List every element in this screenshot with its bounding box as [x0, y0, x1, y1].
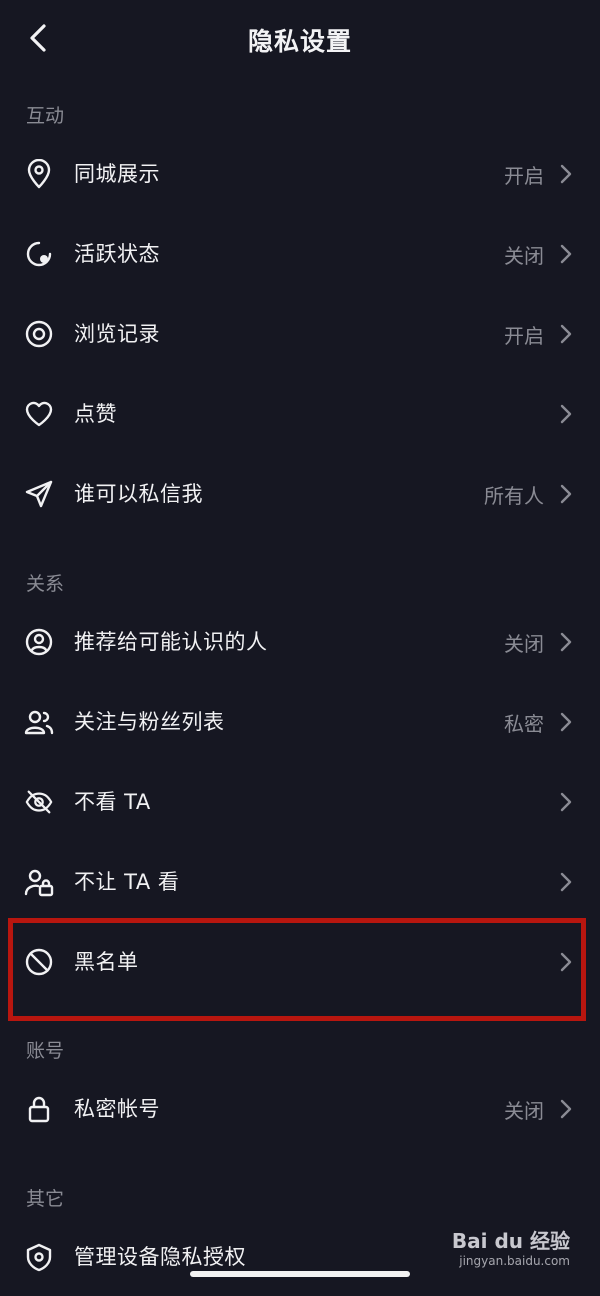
row-value: 关闭	[504, 1099, 544, 1123]
row-label: 私密帐号	[74, 1097, 160, 1121]
row-browse-history[interactable]: 浏览记录 开启	[0, 293, 600, 373]
row-active-status[interactable]: 活跃状态 关闭	[0, 213, 600, 293]
row-label: 不让 TA 看	[74, 870, 180, 894]
page-title: 隐私设置	[247, 27, 352, 56]
row-label: 点赞	[74, 402, 117, 426]
row-private-account[interactable]: 私密帐号 关闭	[0, 1068, 600, 1148]
row-label: 关注与粉丝列表	[74, 710, 225, 734]
chevron-right-icon	[560, 484, 572, 504]
row-recommend-to-known[interactable]: 推荐给可能认识的人 关闭	[0, 601, 600, 681]
row-value: 所有人	[484, 484, 544, 508]
location-pin-icon	[24, 159, 54, 189]
eye-off-icon	[24, 787, 54, 817]
active-status-icon	[24, 239, 54, 269]
chevron-right-icon	[560, 324, 572, 344]
shield-icon	[24, 1242, 54, 1272]
row-who-can-dm[interactable]: 谁可以私信我 所有人	[0, 453, 600, 533]
row-value: 开启	[504, 164, 544, 188]
chevron-right-icon	[560, 632, 572, 652]
baidu-watermark: Bai du 经验 jingyan.baidu.com	[452, 1225, 570, 1268]
home-indicator[interactable]	[190, 1271, 410, 1277]
row-local-display[interactable]: 同城展示 开启	[0, 133, 600, 213]
row-label: 活跃状态	[74, 242, 160, 266]
row-dont-see[interactable]: 不看 TA	[0, 761, 600, 841]
highlight-annotation-box	[8, 918, 586, 1021]
lock-icon	[24, 1094, 54, 1124]
chevron-right-icon	[560, 164, 572, 184]
section-header-other: 其它	[26, 1188, 65, 1210]
row-value: 关闭	[504, 632, 544, 656]
row-dont-let-see[interactable]: 不让 TA 看	[0, 841, 600, 921]
send-icon	[24, 479, 54, 509]
chevron-right-icon	[560, 404, 572, 424]
row-label: 同城展示	[74, 162, 160, 186]
chevron-right-icon	[560, 244, 572, 264]
watermark-brand: Bai du 经验	[451, 1229, 570, 1253]
chevron-right-icon	[560, 872, 572, 892]
row-label: 管理设备隐私授权	[74, 1245, 246, 1269]
nav-header: 隐私设置	[0, 0, 600, 80]
row-label: 浏览记录	[74, 322, 160, 346]
row-value: 私密	[504, 712, 544, 736]
row-value: 开启	[504, 324, 544, 348]
section-header-interaction: 互动	[26, 105, 65, 127]
row-value: 关闭	[504, 244, 544, 268]
user-lock-icon	[24, 867, 54, 897]
users-icon	[24, 707, 54, 737]
section-header-relations: 关系	[26, 573, 65, 595]
eye-icon	[24, 319, 54, 349]
section-header-account: 账号	[26, 1040, 65, 1062]
chevron-right-icon	[560, 712, 572, 732]
row-label: 谁可以私信我	[74, 482, 203, 506]
watermark-url: jingyan.baidu.com	[459, 1254, 570, 1268]
row-label: 不看 TA	[74, 790, 151, 814]
chevron-right-icon	[560, 1099, 572, 1119]
chevron-right-icon	[560, 792, 572, 812]
row-follow-fans-list[interactable]: 关注与粉丝列表 私密	[0, 681, 600, 761]
user-circle-icon	[24, 627, 54, 657]
row-likes[interactable]: 点赞	[0, 373, 600, 453]
row-label: 推荐给可能认识的人	[74, 630, 268, 654]
heart-icon	[24, 399, 54, 429]
